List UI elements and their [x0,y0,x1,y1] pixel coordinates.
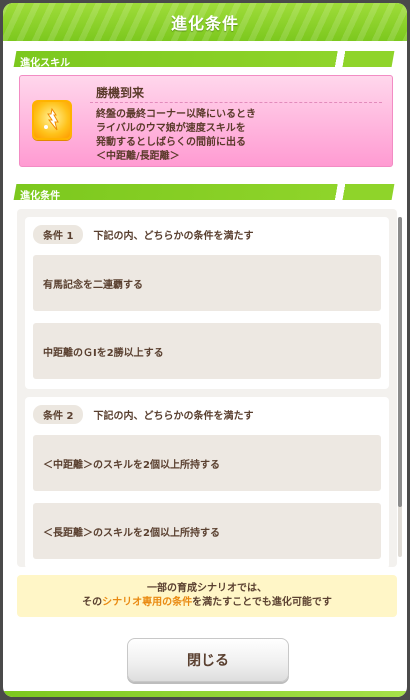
section-label-skill: 進化スキル [13,51,395,69]
condition-header: 条件 2 下記の内、どちらかの条件を満たす [33,405,253,424]
conditions-scroll-panel[interactable]: 条件 1 下記の内、どちらかの条件を満たす 有馬記念を二連覇する 中距離のＧⅠを… [17,209,397,567]
skill-desc-line: 発動するとしばらくの間前に出る [96,137,246,148]
condition-item: ＜長距離＞のスキルを2個以上所持する [33,503,381,559]
condition-group-2: 条件 2 下記の内、どちらかの条件を満たす ＜中距離＞のスキルを2個以上所持する… [25,397,389,567]
dialog-header: 進化条件 [3,3,407,41]
condition-item-text: 中距離のＧⅠを2勝以上する [43,347,164,359]
skill-desc-line: 終盤の最終コーナー以降にいるとき [96,109,256,120]
scrollbar-thumb[interactable] [398,217,402,507]
condition-header: 条件 1 下記の内、どちらかの条件を満たす [33,225,253,244]
condition-item: 中距離のＧⅠを2勝以上する [33,323,381,379]
condition-instruction: 下記の内、どちらかの条件を満たす [93,411,254,422]
section-label-skill-text: 進化スキル [20,58,71,69]
skill-desc-line: ＜中距離/長距離＞ [96,151,180,162]
condition-instruction: 下記の内、どちらかの条件を満たす [93,231,254,242]
dialog-title: 進化条件 [170,14,239,33]
section-label-conditions: 進化条件 [13,184,395,202]
skill-divider [90,102,382,103]
evolution-dialog: 進化条件 進化スキル 勝機到来 終盤の最終コーナー以降にいるとき ライバルのウマ… [3,3,407,697]
condition-item: ＜中距離＞のスキルを2個以上所持する [33,435,381,491]
skill-card[interactable]: 勝機到来 終盤の最終コーナー以降にいるとき ライバルのウマ娘が速度スキルを 発動… [19,75,393,167]
note-line-2: そのシナリオ専用の条件を満たすことでも進化可能です [17,596,397,610]
skill-description: 終盤の最終コーナー以降にいるとき ライバルのウマ娘が速度スキルを 発動するとしば… [96,108,256,164]
section-label-conditions-text: 進化条件 [20,191,61,202]
skill-name: 勝機到来 [96,86,145,100]
bottom-accent-bar [3,691,407,697]
condition-badge: 条件 2 [33,405,84,424]
note-line-1: 一部の育成シナリオでは、 [147,583,267,594]
scrollbar[interactable] [398,217,402,557]
condition-item-text: ＜長距離＞のスキルを2個以上所持する [43,527,220,539]
condition-item: 有馬記念を二連覇する [33,255,381,311]
close-button[interactable]: 閉じる [127,638,289,682]
skill-desc-line: ライバルのウマ娘が速度スキルを [96,123,246,134]
condition-item-text: 有馬記念を二連覇する [43,279,143,291]
note-highlight: シナリオ専用の条件 [102,597,193,608]
running-speed-icon [32,100,72,140]
scenario-note: 一部の育成シナリオでは、 そのシナリオ専用の条件を満たすことでも進化可能です [17,575,397,617]
condition-badge: 条件 1 [33,225,84,244]
note-text: その [82,597,103,608]
condition-item-text: ＜中距離＞のスキルを2個以上所持する [43,459,220,471]
note-text: を満たすことでも進化可能です [192,597,332,608]
condition-group-1: 条件 1 下記の内、どちらかの条件を満たす 有馬記念を二連覇する 中距離のＧⅠを… [25,217,389,389]
